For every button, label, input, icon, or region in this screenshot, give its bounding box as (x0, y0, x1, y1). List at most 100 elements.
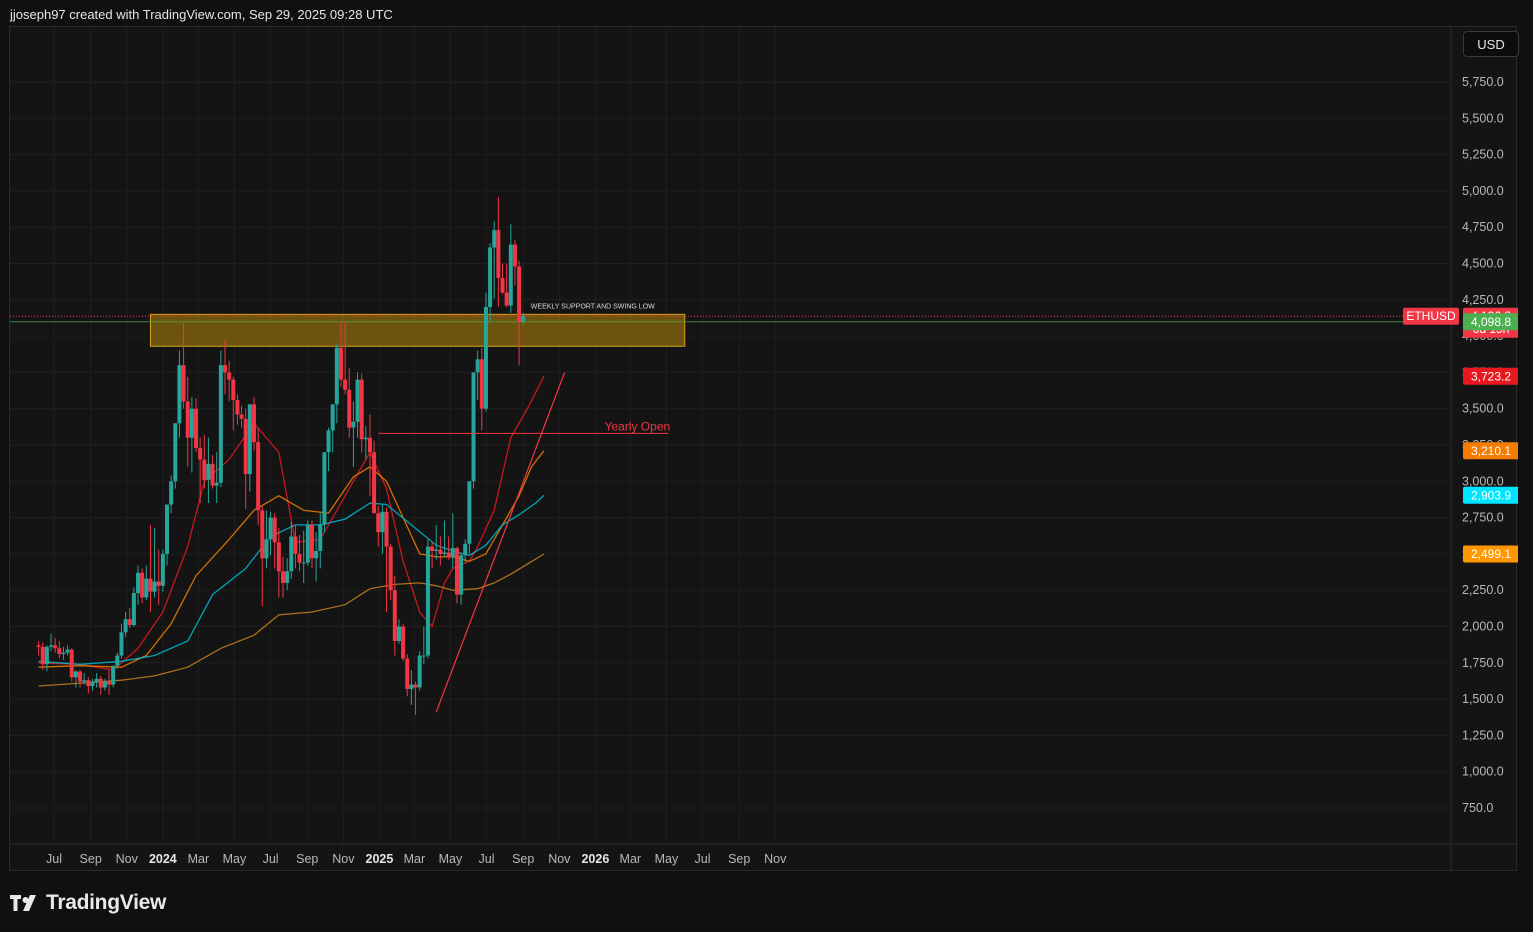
candle (218, 350, 223, 488)
x-tick-label: 2024 (149, 852, 177, 866)
candle-body (119, 632, 124, 656)
candle-body (459, 555, 464, 595)
candle-body (326, 430, 331, 453)
candle-body (111, 665, 116, 685)
candle-body (136, 572, 141, 594)
candle-body (61, 652, 66, 655)
candle-body (223, 365, 228, 373)
candle-body (156, 581, 161, 586)
candle (384, 507, 389, 612)
candle (363, 426, 368, 460)
candle (508, 224, 513, 313)
candle-body (425, 546, 430, 656)
candle-body (247, 404, 252, 475)
candle-body (380, 511, 385, 533)
x-tick-label: Jul (479, 852, 495, 866)
chart-pane[interactable]: WEEKLY SUPPORT AND SWING LOW Yearly Open… (9, 26, 1518, 872)
candles (36, 196, 526, 716)
y-tick-label: 1,750.0 (1462, 656, 1504, 670)
candle (351, 401, 356, 467)
candle-body (467, 481, 472, 544)
ma-cyan-price-label: 2,903.9 (1471, 488, 1511, 502)
candle-body (330, 404, 335, 431)
y-tick-label: 2,250.0 (1462, 583, 1504, 597)
y-tick-label: 1,500.0 (1462, 692, 1504, 706)
candle-body (276, 542, 281, 572)
candle-body (65, 649, 70, 653)
candle-body (264, 539, 269, 559)
y-tick-label: 5,500.0 (1462, 111, 1504, 125)
candle-body (322, 452, 327, 525)
candle-body (347, 389, 352, 428)
candle (127, 607, 132, 628)
candle (57, 641, 62, 659)
candle-body (169, 481, 174, 505)
x-tick-label: Nov (116, 852, 139, 866)
candle-body (115, 655, 120, 666)
candle (355, 372, 360, 438)
candle (69, 648, 74, 682)
candle-body (504, 292, 509, 306)
ma-red-price-label: 3,723.2 (1471, 369, 1511, 383)
candle-body (49, 645, 54, 647)
candle-body (185, 401, 190, 438)
currency-button[interactable]: USD (1463, 31, 1519, 57)
candle-body (127, 619, 132, 626)
yearly-open-label: Yearly Open (605, 419, 671, 433)
candle-body (314, 550, 319, 559)
candle (285, 558, 290, 591)
candle (210, 455, 215, 489)
candle-body (305, 524, 310, 563)
candle (425, 539, 430, 659)
candle (359, 373, 364, 453)
trendline (435, 372, 566, 713)
candle-body (521, 316, 526, 322)
candle (227, 360, 232, 402)
candle (504, 263, 509, 308)
candle-body (260, 510, 265, 559)
candle (36, 641, 41, 656)
candle-body (102, 681, 107, 688)
candle-body (334, 347, 339, 405)
candle (65, 645, 70, 656)
support-zone-label: WEEKLY SUPPORT AND SWING LOW (531, 303, 655, 310)
candle-body (512, 244, 517, 267)
candle (301, 530, 306, 583)
candle (136, 565, 141, 605)
candle (479, 347, 484, 431)
candle (152, 527, 157, 598)
candle (194, 398, 199, 453)
candle-body (293, 536, 298, 554)
y-tick-label: 5,750.0 (1462, 75, 1504, 89)
candle (388, 543, 393, 601)
y-tick-label: 1,000.0 (1462, 765, 1504, 779)
candle (459, 552, 464, 605)
candle-body (44, 646, 49, 665)
candle (235, 394, 240, 425)
candle (107, 670, 112, 695)
candle (512, 240, 517, 286)
x-tick-label: Mar (404, 852, 426, 866)
candle (326, 427, 331, 472)
candle (173, 423, 178, 489)
candle (496, 196, 501, 308)
candle-body (450, 548, 455, 557)
candle-body (86, 680, 91, 687)
ma-orange-price-label: 3,210.1 (1471, 444, 1511, 458)
y-tick-label: 5,250.0 (1462, 148, 1504, 162)
candle-body (392, 590, 397, 642)
candle (165, 504, 170, 566)
candle-body (206, 463, 211, 480)
candle-body (338, 347, 343, 380)
candle (297, 535, 302, 572)
candle (119, 623, 124, 659)
candle (309, 520, 314, 569)
tradingview-logo[interactable]: TradingView (10, 888, 166, 918)
x-tick-label: Nov (332, 852, 355, 866)
candle (185, 376, 190, 467)
y-tick-label: 2,000.0 (1462, 620, 1504, 634)
x-tick-label: May (223, 852, 247, 866)
candle-body (372, 452, 377, 514)
candle-body (214, 482, 219, 486)
price-chart[interactable]: WEEKLY SUPPORT AND SWING LOW Yearly Open… (10, 27, 1518, 872)
